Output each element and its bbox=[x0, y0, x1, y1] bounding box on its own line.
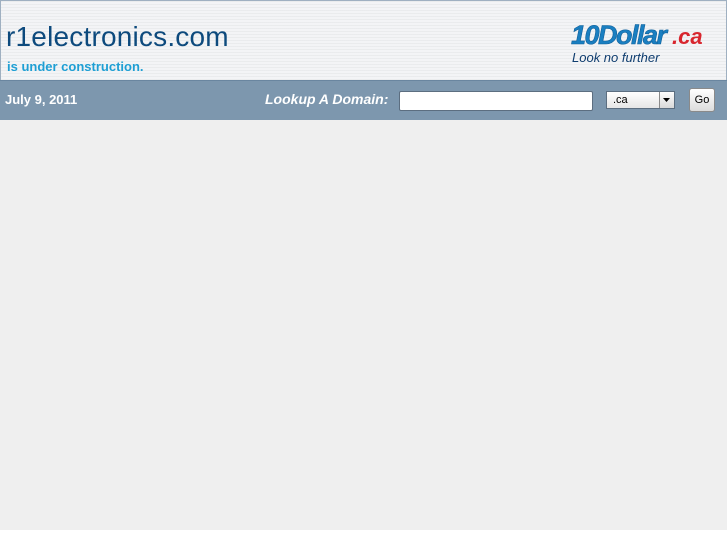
brand-logo-tld: .ca bbox=[672, 24, 703, 49]
tld-selected-value: .ca bbox=[613, 94, 628, 106]
chevron-down-icon bbox=[663, 98, 670, 102]
current-date: July 9, 2011 bbox=[5, 92, 78, 107]
brand-logo-main: 10Dollar bbox=[571, 20, 669, 50]
lookup-domain-label: Lookup A Domain: bbox=[265, 91, 389, 107]
brand-logo-wordmark: 10Dollar .ca bbox=[571, 20, 703, 51]
site-title: r1electronics.com bbox=[6, 21, 229, 52]
tld-select[interactable]: .ca bbox=[606, 91, 675, 109]
page-body: r1electronics.com is under construction.… bbox=[0, 0, 727, 530]
dropdown-arrow-button[interactable] bbox=[659, 92, 674, 108]
go-button[interactable]: Go bbox=[689, 88, 715, 112]
domain-toolbar: July 9, 2011 Lookup A Domain: .ca Go bbox=[0, 80, 727, 120]
domain-search-input[interactable] bbox=[399, 91, 593, 111]
brand-logo[interactable]: 10Dollar .ca Look no further bbox=[569, 17, 719, 69]
site-header: r1electronics.com is under construction.… bbox=[0, 0, 727, 80]
brand-logo-tagline: Look no further bbox=[572, 50, 660, 65]
site-subtitle: is under construction. bbox=[7, 59, 144, 74]
